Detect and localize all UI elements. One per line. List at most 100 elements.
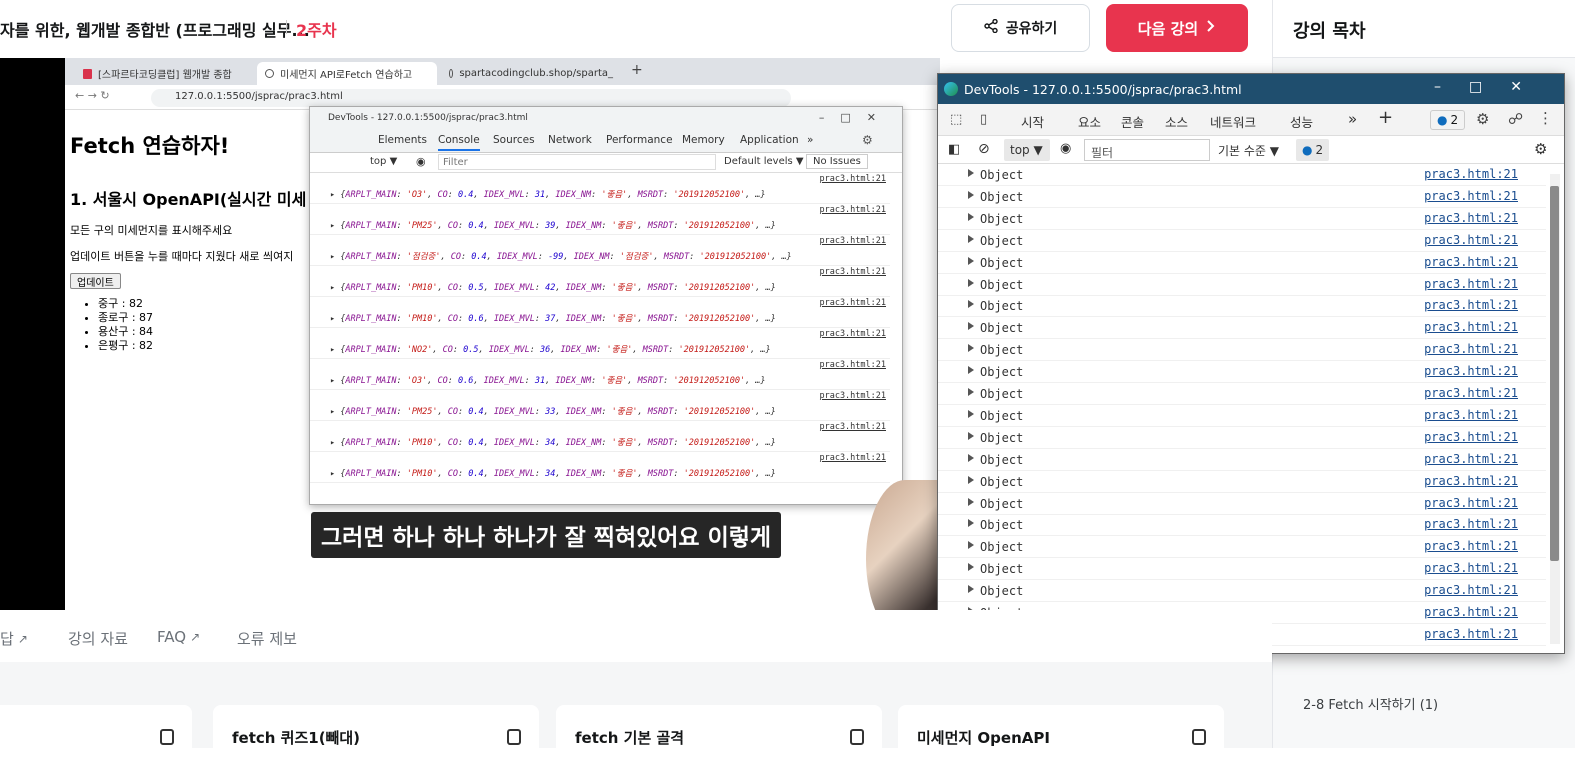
- console-row-source[interactable]: prac3.html:21: [1424, 342, 1518, 356]
- console-row[interactable]: prac3.html:21 ▸ {ARPLT_MAIN: 'O3', CO: 0.…: [310, 173, 890, 204]
- console-row-source[interactable]: prac3.html:21: [1424, 320, 1518, 334]
- console-row[interactable]: prac3.html:21 ▸ {ARPLT_MAIN: '점검중', CO: 0…: [310, 235, 890, 266]
- expand-triangle-icon[interactable]: [968, 169, 974, 177]
- console-row[interactable]: Object prac3.html:21: [938, 295, 1546, 318]
- tab-materials[interactable]: 강의 자료: [68, 628, 128, 649]
- tab-sources[interactable]: Sources: [493, 134, 535, 146]
- console-row-source[interactable]: prac3.html:21: [1424, 496, 1518, 510]
- expand-triangle-icon[interactable]: [968, 344, 974, 353]
- expand-triangle-icon[interactable]: [968, 585, 974, 594]
- console-row-source[interactable]: prac3.html:21: [1424, 583, 1518, 597]
- console-row[interactable]: Object prac3.html:21: [938, 405, 1546, 427]
- more-options-icon[interactable]: ⋮: [1538, 109, 1553, 127]
- profile-icon[interactable]: ☍: [1508, 110, 1523, 128]
- console-row[interactable]: Object prac3.html:21: [938, 558, 1546, 581]
- console-row-source[interactable]: prac3.html:21: [1424, 189, 1518, 203]
- tab-console[interactable]: 콘솔: [1121, 112, 1145, 138]
- expand-triangle-icon[interactable]: [968, 300, 974, 309]
- console-row[interactable]: Object prac3.html:21: [938, 230, 1546, 252]
- console-row-source[interactable]: prac3.html:21: [819, 453, 886, 463]
- tab-welcome[interactable]: 시작: [1021, 112, 1044, 131]
- console-row[interactable]: Object prac3.html:21: [938, 186, 1546, 208]
- tab-qna[interactable]: 답 ↗: [0, 628, 28, 649]
- console-row-source[interactable]: prac3.html:21: [1424, 167, 1518, 181]
- expand-triangle-icon[interactable]: [968, 497, 974, 506]
- console-row[interactable]: Object prac3.html:21: [938, 274, 1546, 296]
- console-row[interactable]: prac3.html:21 ▸ {ARPLT_MAIN: 'O3', CO: 0.…: [310, 359, 890, 390]
- console-row[interactable]: Object prac3.html:21: [938, 383, 1546, 405]
- snippet-card[interactable]: fetch 퀴즈1(빼대): [213, 705, 539, 765]
- snippet-card[interactable]: 미세먼지 OpenAPI: [898, 705, 1224, 765]
- tab-performance[interactable]: Performance: [606, 134, 673, 146]
- expand-triangle-icon[interactable]: [968, 453, 974, 462]
- new-tab-icon[interactable]: +: [631, 62, 643, 78]
- expand-triangle-icon[interactable]: [968, 278, 974, 287]
- snippet-card[interactable]: [0, 705, 192, 765]
- more-tabs-icon[interactable]: »: [807, 134, 813, 146]
- copy-icon[interactable]: [850, 729, 864, 745]
- console-filter-input[interactable]: Filter: [438, 154, 716, 170]
- console-row-source[interactable]: prac3.html:21: [1424, 364, 1518, 378]
- console-row[interactable]: Object prac3.html:21: [938, 536, 1546, 559]
- console-row-source[interactable]: prac3.html:21: [1424, 561, 1518, 575]
- console-row[interactable]: Object prac3.html:21: [938, 164, 1546, 186]
- gear-icon[interactable]: ⚙: [1476, 110, 1489, 128]
- tab-report-error[interactable]: 오류 제보: [237, 628, 297, 649]
- console-row-source[interactable]: prac3.html:21: [1424, 386, 1518, 400]
- tab-network[interactable]: Network: [548, 134, 592, 146]
- console-row[interactable]: prac3.html:21 ▸ {ARPLT_MAIN: 'PM25', CO: …: [310, 204, 890, 235]
- issues-button[interactable]: No Issues: [806, 154, 868, 169]
- update-button[interactable]: 업데이트: [70, 273, 121, 289]
- console-row[interactable]: prac3.html:21 ▸ {ARPLT_MAIN: 'PM10', CO: …: [310, 266, 890, 297]
- tab-console[interactable]: Console: [438, 134, 480, 151]
- issues-counter[interactable]: ● 2: [1296, 139, 1330, 161]
- console-row-source[interactable]: prac3.html:21: [819, 205, 886, 215]
- tab-elements[interactable]: 요소: [1078, 112, 1101, 131]
- console-row-source[interactable]: prac3.html:21: [1424, 517, 1518, 531]
- more-tabs-icon[interactable]: »: [1348, 110, 1357, 128]
- console-row[interactable]: Object prac3.html:21: [938, 580, 1546, 603]
- console-row-source[interactable]: prac3.html:21: [1424, 211, 1518, 225]
- tab-memory[interactable]: Memory: [682, 134, 725, 146]
- console-row-source[interactable]: prac3.html:21: [819, 236, 886, 246]
- console-row[interactable]: Object prac3.html:21: [938, 339, 1546, 362]
- sidebar-item-fetch[interactable]: 2-8 Fetch 시작하기 (1): [1303, 694, 1438, 713]
- console-row-source[interactable]: prac3.html:21: [1424, 277, 1518, 291]
- console-row[interactable]: Object prac3.html:21: [938, 208, 1546, 230]
- console-row[interactable]: Object prac3.html:21: [938, 361, 1546, 384]
- share-button[interactable]: 공유하기: [951, 4, 1090, 52]
- tab-faq[interactable]: FAQ ↗: [157, 628, 200, 646]
- expand-triangle-icon[interactable]: [968, 212, 974, 221]
- next-lecture-button[interactable]: 다음 강의: [1106, 4, 1248, 52]
- console-row[interactable]: Object prac3.html:21: [938, 317, 1546, 340]
- tab-sources[interactable]: 소스: [1165, 112, 1188, 131]
- console-row[interactable]: Object prac3.html:21: [938, 427, 1546, 449]
- video-player[interactable]: [스파르타코딩클럽] 웹개발 종합 미세먼지 API로Fetch 연습하고 sp…: [0, 58, 944, 668]
- console-settings-icon[interactable]: ⚙: [1534, 140, 1547, 158]
- console-row[interactable]: prac3.html:21 ▸ {ARPLT_MAIN: 'NO2', CO: 0…: [310, 328, 890, 359]
- eye-icon[interactable]: ◉: [1060, 141, 1071, 156]
- copy-icon[interactable]: [1192, 729, 1206, 745]
- eye-icon[interactable]: ◉: [416, 155, 426, 168]
- tab-network[interactable]: 네트워크: [1210, 112, 1256, 131]
- device-toggle-icon[interactable]: ▯: [980, 112, 987, 127]
- levels-select[interactable]: 기본 수준 ▼: [1218, 142, 1279, 159]
- console-row-source[interactable]: prac3.html:21: [819, 174, 886, 184]
- browser-tab[interactable]: spartacodingclub.shop/sparta_: [441, 62, 621, 85]
- console-row-source[interactable]: prac3.html:21: [1424, 452, 1518, 466]
- console-row[interactable]: Object prac3.html:21: [938, 252, 1546, 274]
- browser-tab-active[interactable]: 미세먼지 API로Fetch 연습하고: [257, 62, 437, 85]
- expand-triangle-icon[interactable]: [968, 475, 974, 484]
- expand-triangle-icon[interactable]: [968, 409, 974, 418]
- console-row-source[interactable]: prac3.html:21: [819, 391, 886, 401]
- add-tab-icon[interactable]: +: [1378, 107, 1393, 128]
- expand-triangle-icon[interactable]: [968, 190, 974, 199]
- browser-tab[interactable]: [스파르타코딩클럽] 웹개발 종합: [75, 62, 255, 85]
- window-controls-icon[interactable]: –□✕: [1434, 79, 1550, 95]
- console-filter-input[interactable]: 필터: [1084, 139, 1210, 161]
- tab-performance[interactable]: 성능: [1290, 112, 1313, 131]
- sidebar-toggle-icon[interactable]: ◧: [948, 142, 960, 157]
- tab-elements[interactable]: Elements: [378, 134, 427, 146]
- gear-icon[interactable]: ⚙: [862, 133, 873, 147]
- expand-triangle-icon[interactable]: [968, 431, 974, 440]
